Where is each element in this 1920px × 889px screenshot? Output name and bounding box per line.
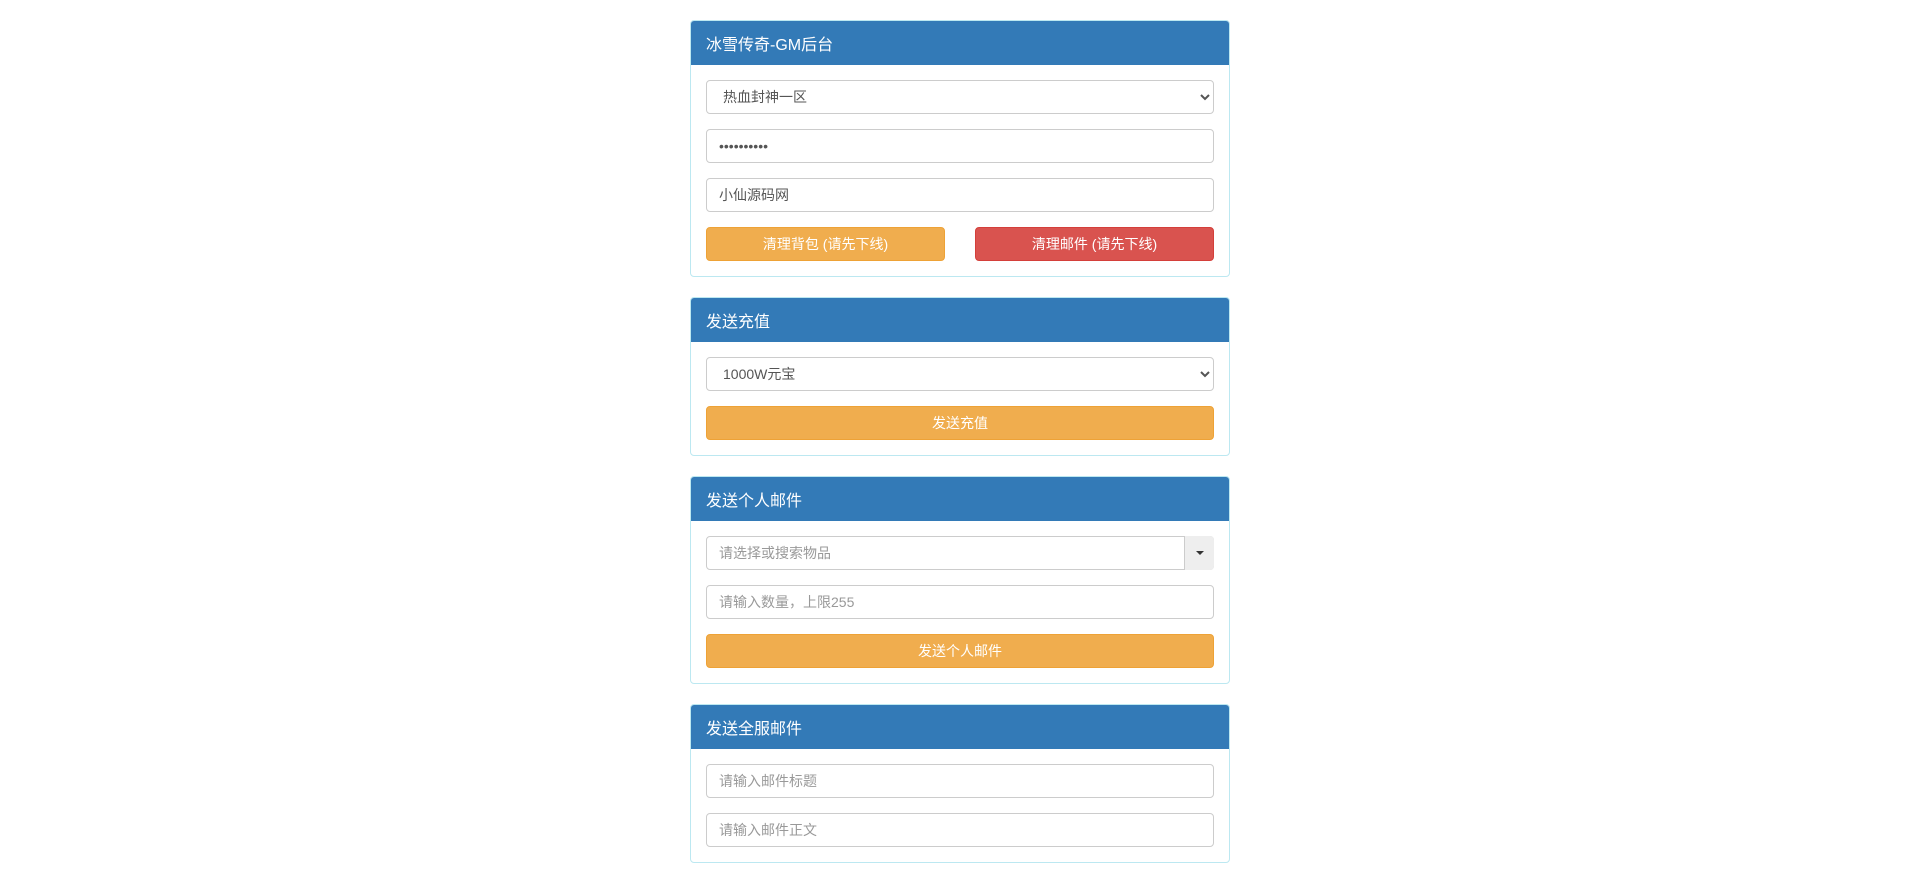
quantity-input[interactable] [706, 585, 1214, 619]
server-select[interactable]: 热血封神一区 [706, 80, 1214, 114]
mail-body-input[interactable] [706, 813, 1214, 847]
panel-title-gm: 冰雪传奇-GM后台 [691, 21, 1229, 65]
panel-server-mail: 发送全服邮件 [690, 704, 1230, 863]
password-input[interactable] [706, 129, 1214, 163]
panel-send-recharge: 发送充值 1000W元宝 发送充值 [690, 297, 1230, 456]
button-row: 清理背包 (请先下线) 清理邮件 (请先下线) [706, 227, 1214, 261]
panel-body-personal-mail: 请选择或搜索物品 发送个人邮件 [691, 521, 1229, 683]
mail-subject-input[interactable] [706, 764, 1214, 798]
player-name-input[interactable] [706, 178, 1214, 212]
item-combobox[interactable]: 请选择或搜索物品 [706, 536, 1214, 570]
panel-personal-mail: 发送个人邮件 请选择或搜索物品 发送个人邮件 [690, 476, 1230, 684]
clear-mail-button[interactable]: 清理邮件 (请先下线) [975, 227, 1214, 261]
panel-body-server-mail [691, 749, 1229, 862]
recharge-select[interactable]: 1000W元宝 [706, 357, 1214, 391]
panel-body-gm: 热血封神一区 清理背包 (请先下线) 清理邮件 (请先下线) [691, 65, 1229, 276]
panel-title-personal-mail: 发送个人邮件 [691, 477, 1229, 521]
item-combobox-input: 请选择或搜索物品 [706, 536, 1214, 570]
panel-gm-backend: 冰雪传奇-GM后台 热血封神一区 清理背包 (请先下线) 清理邮件 (请先下线) [690, 20, 1230, 277]
main-container: 冰雪传奇-GM后台 热血封神一区 清理背包 (请先下线) 清理邮件 (请先下线)… [675, 20, 1245, 863]
send-recharge-button[interactable]: 发送充值 [706, 406, 1214, 440]
clear-bag-button[interactable]: 清理背包 (请先下线) [706, 227, 945, 261]
panel-title-server-mail: 发送全服邮件 [691, 705, 1229, 749]
panel-title-recharge: 发送充值 [691, 298, 1229, 342]
send-personal-mail-button[interactable]: 发送个人邮件 [706, 634, 1214, 668]
panel-body-recharge: 1000W元宝 发送充值 [691, 342, 1229, 455]
